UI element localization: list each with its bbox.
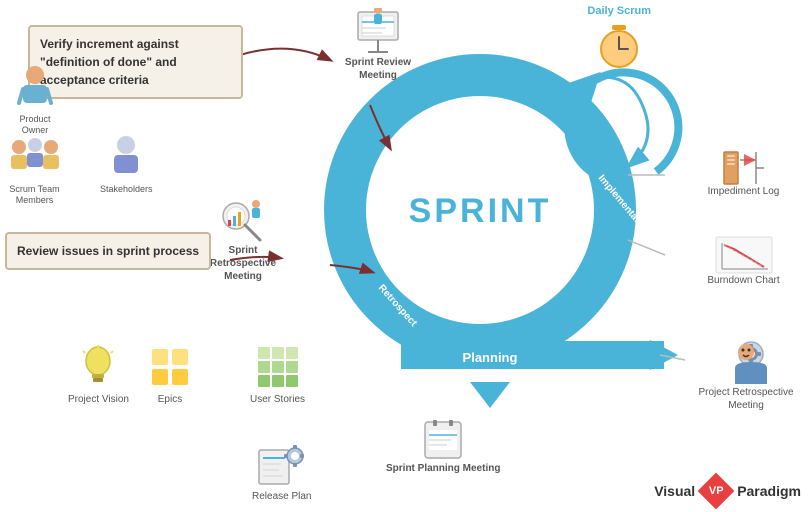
release-plan-icon bbox=[257, 440, 307, 486]
project-retro-item: Project Retrospective Meeting bbox=[686, 340, 806, 412]
actor-scrum-team: Scrum Team Members bbox=[2, 135, 67, 206]
actor-product-owner: Product Owner bbox=[5, 65, 65, 136]
lightbulb-icon bbox=[76, 345, 120, 389]
impediment-log-label: Impediment Log bbox=[708, 186, 780, 197]
impediment-log-icon bbox=[722, 150, 766, 186]
sprint-retro-label: Sprint Retrospective Meeting bbox=[198, 244, 288, 283]
sprint-review-label: Sprint Review Meeting bbox=[338, 56, 418, 82]
magnifier-icon bbox=[218, 198, 268, 244]
actor-stakeholders: Stakeholders bbox=[100, 135, 153, 195]
stakeholders-icon bbox=[106, 135, 146, 179]
impediment-log-item: Impediment Log bbox=[686, 150, 801, 197]
svg-text:Planning: Planning bbox=[463, 350, 518, 365]
svg-text:Review: Review bbox=[401, 116, 432, 150]
svg-text:Implementation: Implementation bbox=[596, 173, 652, 237]
epics-label: Epics bbox=[148, 394, 192, 405]
sprint-planning-meeting: Sprint Planning Meeting bbox=[386, 418, 500, 475]
vp-visual-text: Visual bbox=[654, 483, 695, 499]
actor-product-owner-label: Product Owner bbox=[5, 114, 65, 136]
daily-scrum: Daily Scrum bbox=[587, 5, 651, 80]
user-stories-label: User Stories bbox=[250, 394, 305, 405]
project-vision-label: Project Vision bbox=[68, 394, 129, 405]
actor-stakeholders-label: Stakeholders bbox=[100, 184, 153, 195]
epics-icon bbox=[148, 345, 192, 389]
sprint-review-meeting: Sprint Review Meeting bbox=[338, 8, 418, 82]
callout-review-issues: Review issues in sprint process bbox=[5, 232, 211, 270]
sprint-retro-meeting: Sprint Retrospective Meeting bbox=[198, 198, 288, 283]
svg-text:SPRINT: SPRINT bbox=[409, 192, 552, 230]
epics-item: Epics bbox=[148, 345, 192, 405]
svg-text:Retrospect: Retrospect bbox=[376, 283, 420, 330]
clock-icon bbox=[594, 21, 644, 71]
vp-paradigm-text: Paradigm bbox=[737, 483, 801, 499]
project-retro-icon bbox=[721, 340, 771, 386]
burndown-chart-item: Burndown Chart bbox=[686, 235, 801, 286]
release-plan-label: Release Plan bbox=[252, 491, 311, 502]
vp-diamond-shape: VP bbox=[698, 473, 735, 510]
vp-logo: Visual VP Paradigm bbox=[654, 478, 801, 504]
burndown-chart-icon bbox=[714, 235, 774, 275]
product-owner-icon bbox=[15, 65, 55, 109]
sprint-planning-label: Sprint Planning Meeting bbox=[386, 462, 500, 475]
release-plan-item: Release Plan bbox=[252, 440, 311, 502]
project-retro-label: Project Retrospective Meeting bbox=[686, 386, 806, 412]
callout-review-issues-text: Review issues in sprint process bbox=[17, 244, 199, 258]
planning-icon bbox=[421, 418, 465, 462]
burndown-chart-label: Burndown Chart bbox=[707, 275, 779, 286]
user-stories-icon bbox=[256, 345, 300, 389]
scrum-team-icon bbox=[5, 135, 65, 179]
presentation-icon bbox=[354, 8, 402, 56]
user-stories-item: User Stories bbox=[250, 345, 305, 405]
daily-scrum-label: Daily Scrum bbox=[587, 5, 651, 17]
project-vision: Project Vision bbox=[68, 345, 129, 405]
actor-scrum-team-label: Scrum Team Members bbox=[2, 184, 67, 206]
